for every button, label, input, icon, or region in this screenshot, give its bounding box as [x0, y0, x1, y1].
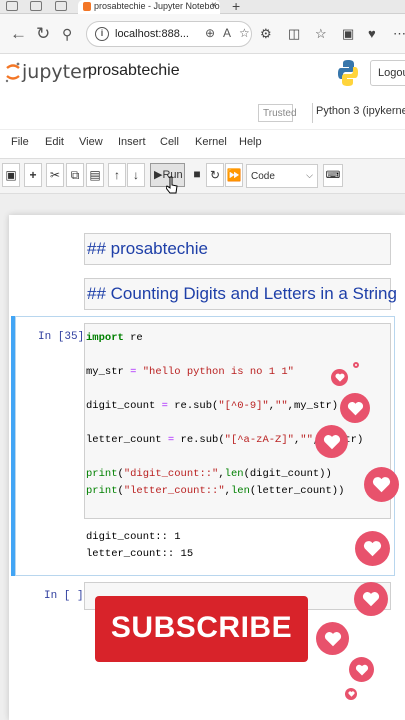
browser-tab-active[interactable]: prosabtechie - Jupyter Notebook: [78, 0, 220, 14]
extensions-icon[interactable]: ⚙: [260, 26, 272, 42]
paste-icon[interactable]: ▤: [86, 163, 104, 187]
heart-icon: [315, 425, 348, 458]
menu-kernel[interactable]: Kernel: [195, 136, 227, 148]
favorites-icon[interactable]: ☆: [315, 26, 327, 42]
tab-actions-icon[interactable]: [30, 1, 42, 11]
heart-icon: [354, 582, 388, 616]
heart-icon: [349, 657, 374, 682]
kernel-name[interactable]: Python 3 (ipykernel): [316, 105, 405, 117]
command-palette-icon[interactable]: ⌨: [323, 164, 343, 187]
logout-button[interactable]: Logout: [370, 60, 405, 86]
markdown-cell-2[interactable]: ## Counting Digits and Letters in a Stri…: [84, 278, 397, 310]
move-down-icon[interactable]: ↓: [127, 163, 145, 187]
jupyter-logo-text[interactable]: jupyter: [22, 61, 90, 83]
menu-edit[interactable]: Edit: [45, 136, 64, 148]
cell-type-select[interactable]: Code ⌵: [246, 164, 318, 188]
subscribe-banner[interactable]: SUBSCRIBE: [95, 596, 308, 662]
url-field[interactable]: i localhost:888... ⊕ A ☆: [86, 21, 252, 47]
menu-help[interactable]: Help: [239, 136, 262, 148]
heart-icon: [353, 362, 359, 368]
heart-icon: [355, 531, 390, 566]
window-icon[interactable]: [6, 1, 18, 11]
code-line-5: print("digit_count::",len(digit_count)): [86, 468, 332, 480]
input-prompt: In [35]:: [38, 331, 91, 343]
mouse-pointer-icon: [166, 176, 178, 194]
browser-address-bar: ← ↻ ⚲ i localhost:888... ⊕ A ☆ ⚙ ◫ ☆ ▣ ♥…: [0, 14, 405, 54]
stop-icon[interactable]: ■: [188, 163, 206, 187]
split-screen-icon[interactable]: ◫: [288, 26, 300, 42]
new-tab-icon[interactable]: +: [232, 0, 240, 14]
url-text: localhost:888...: [115, 28, 189, 40]
kernel-divider: [312, 103, 313, 123]
move-up-icon[interactable]: ↑: [108, 163, 126, 187]
browser-tab-strip: prosabtechie - Jupyter Notebook × +: [0, 0, 405, 14]
markdown-heading-2: ## Counting Digits and Letters in a Stri…: [87, 284, 397, 303]
markdown-heading-1: ## prosabtechie: [87, 239, 208, 258]
tab-close-icon[interactable]: ×: [211, 0, 217, 11]
restart-icon[interactable]: ↻: [206, 163, 224, 187]
output-line-2: letter_count:: 15: [86, 548, 194, 560]
menu-view[interactable]: View: [79, 136, 103, 148]
screen: prosabtechie - Jupyter Notebook × + ← ↻ …: [0, 0, 405, 720]
copy-icon[interactable]: ⧉: [66, 163, 84, 187]
tab-list-icon[interactable]: [55, 1, 67, 11]
save-icon[interactable]: ▣: [2, 163, 20, 187]
insert-cell-icon[interactable]: +: [24, 163, 42, 187]
notebook-name[interactable]: prosabtechie: [88, 62, 180, 80]
menu-file[interactable]: File: [11, 136, 29, 148]
search-icon[interactable]: ⚲: [62, 26, 72, 43]
cut-icon[interactable]: ✂: [46, 163, 64, 187]
favorite-star-icon[interactable]: ☆: [239, 26, 250, 40]
markdown-cell-1[interactable]: ## prosabtechie: [84, 233, 391, 265]
zoom-icon[interactable]: ⊕: [205, 26, 215, 40]
tab-title: prosabtechie - Jupyter Notebook: [94, 1, 220, 11]
back-arrow-icon[interactable]: ←: [10, 24, 27, 44]
code-line-1: import re: [86, 332, 143, 344]
jupyter-favicon-icon: [83, 2, 91, 11]
heart-icon: [340, 393, 370, 423]
menu-insert[interactable]: Insert: [118, 136, 146, 148]
code-line-2: my_str = "hello python is no 1 1": [86, 366, 294, 378]
more-menu-icon[interactable]: ⋯: [393, 26, 405, 42]
site-info-icon[interactable]: i: [95, 27, 109, 41]
menu-cell[interactable]: Cell: [160, 136, 179, 148]
code-line-3: digit_count = re.sub("[^0-9]","",my_str): [86, 400, 339, 412]
selected-cell-indicator: [11, 316, 15, 576]
chevron-down-icon: ⌵: [306, 170, 313, 180]
heart-icon: [345, 688, 357, 700]
collections-icon[interactable]: ▣: [342, 26, 354, 42]
heart-icon: [316, 622, 349, 655]
trusted-indicator[interactable]: Trusted: [258, 104, 297, 122]
browser-essentials-icon[interactable]: ♥: [368, 26, 376, 41]
output-line-1: digit_count:: 1: [86, 531, 181, 543]
reload-icon[interactable]: ↻: [36, 24, 50, 44]
heart-icon: [364, 467, 399, 502]
python-logo-icon: [338, 60, 358, 86]
jupyter-logo-icon[interactable]: [4, 60, 22, 84]
restart-run-all-icon[interactable]: ⏩: [225, 163, 243, 187]
code-line-6: print("letter_count::",len(letter_count)…: [86, 485, 345, 497]
cell-type-value: Code: [251, 171, 275, 182]
heart-icon: [331, 369, 348, 386]
read-aloud-icon[interactable]: A: [223, 26, 231, 40]
